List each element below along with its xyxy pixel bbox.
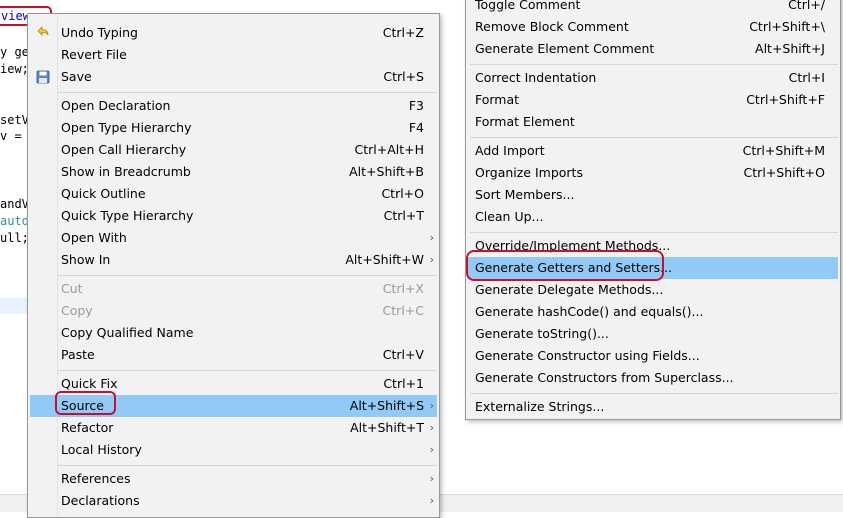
menu-item-generate-tostring[interactable]: Generate toString()... <box>468 323 838 345</box>
menu-separator <box>470 64 838 65</box>
chevron-right-icon: › <box>429 231 434 244</box>
menu-item-local-history[interactable]: Local History › <box>30 439 437 461</box>
chevron-right-icon: › <box>429 399 434 412</box>
menu-item-open-type-hierarchy[interactable]: Open Type Hierarchy F4 <box>30 117 437 139</box>
chevron-right-icon: › <box>429 472 434 485</box>
source-submenu: Toggle Comment Ctrl+/ Remove Block Comme… <box>465 0 841 420</box>
code-line: ull; <box>0 231 29 245</box>
menu-item-sort-members[interactable]: Sort Members... <box>468 184 838 206</box>
menu-separator <box>470 232 838 233</box>
code-line: y ge <box>0 45 29 59</box>
code-line: v = <box>0 129 22 143</box>
menu-item-quick-type-hierarchy[interactable]: Quick Type Hierarchy Ctrl+T <box>30 205 437 227</box>
menu-item-copy[interactable]: Copy Ctrl+C <box>30 300 437 322</box>
menu-item-generate-constructor-fields[interactable]: Generate Constructor using Fields... <box>468 345 838 367</box>
menu-item-show-in[interactable]: Show In Alt+Shift+W › <box>30 249 437 271</box>
annotation-circle-getters-setters <box>466 250 664 281</box>
chevron-right-icon: › <box>429 253 434 266</box>
menu-item-declarations[interactable]: Declarations › <box>30 490 437 512</box>
code-line: auto <box>0 214 29 228</box>
menu-item-save[interactable]: Save Ctrl+S <box>30 66 437 88</box>
undo-icon <box>37 26 49 36</box>
menu-separator <box>58 465 437 466</box>
code-line: andV <box>0 197 29 211</box>
menu-item-format[interactable]: Format Ctrl+Shift+F <box>468 89 838 111</box>
menu-separator <box>58 275 437 276</box>
menu-item-open-with[interactable]: Open With › <box>30 227 437 249</box>
chevron-right-icon: › <box>429 443 434 456</box>
current-line-highlight <box>0 298 30 314</box>
code-line: iew; <box>0 62 29 76</box>
menu-item-open-call-hierarchy[interactable]: Open Call Hierarchy Ctrl+Alt+H <box>30 139 437 161</box>
menu-item-copy-qualified-name[interactable]: Copy Qualified Name <box>30 322 437 344</box>
chevron-right-icon: › <box>429 494 434 507</box>
menu-item-show-in-breadcrumb[interactable]: Show in Breadcrumb Alt+Shift+B <box>30 161 437 183</box>
code-editor[interactable]: y ge iew; setV v = andV auto ull; <box>0 0 30 511</box>
menu-item-generate-hashcode-equals[interactable]: Generate hashCode() and equals()... <box>468 301 838 323</box>
menu-item-cut[interactable]: Cut Ctrl+X <box>30 278 437 300</box>
menu-separator <box>470 137 838 138</box>
save-icon <box>36 70 50 84</box>
menu-item-undo-typing[interactable]: Undo Typing Ctrl+Z <box>30 22 437 44</box>
menu-item-format-element[interactable]: Format Element <box>468 111 838 133</box>
editor-context-menu: Undo Typing Ctrl+Z Revert File Save Ctrl… <box>27 13 440 518</box>
menu-item-paste[interactable]: Paste Ctrl+V <box>30 344 437 366</box>
menu-item-externalize-strings[interactable]: Externalize Strings... <box>468 396 838 418</box>
menu-item-refactor[interactable]: Refactor Alt+Shift+T › <box>30 417 437 439</box>
menu-separator <box>470 393 838 394</box>
chevron-right-icon: › <box>429 421 434 434</box>
menu-item-correct-indentation[interactable]: Correct Indentation Ctrl+I <box>468 67 838 89</box>
menu-item-quick-outline[interactable]: Quick Outline Ctrl+O <box>30 183 437 205</box>
annotation-circle-source <box>55 391 116 415</box>
menu-item-generate-element-comment[interactable]: Generate Element Comment Alt+Shift+J <box>468 38 838 60</box>
menu-item-add-import[interactable]: Add Import Ctrl+Shift+M <box>468 140 838 162</box>
menu-item-clean-up[interactable]: Clean Up... <box>468 206 838 228</box>
menu-item-toggle-comment[interactable]: Toggle Comment Ctrl+/ <box>468 0 838 16</box>
menu-separator <box>58 92 437 93</box>
code-line: setV <box>0 113 29 127</box>
menu-item-open-declaration[interactable]: Open Declaration F3 <box>30 95 437 117</box>
menu-item-revert-file[interactable]: Revert File <box>30 44 437 66</box>
menu-item-references[interactable]: References › <box>30 468 437 490</box>
menu-separator <box>58 370 437 371</box>
menu-item-organize-imports[interactable]: Organize Imports Ctrl+Shift+O <box>468 162 838 184</box>
menu-item-remove-block-comment[interactable]: Remove Block Comment Ctrl+Shift+\ <box>468 16 838 38</box>
menu-item-generate-delegate-methods[interactable]: Generate Delegate Methods... <box>468 279 838 301</box>
menu-item-generate-constructors-superclass[interactable]: Generate Constructors from Superclass... <box>468 367 838 389</box>
